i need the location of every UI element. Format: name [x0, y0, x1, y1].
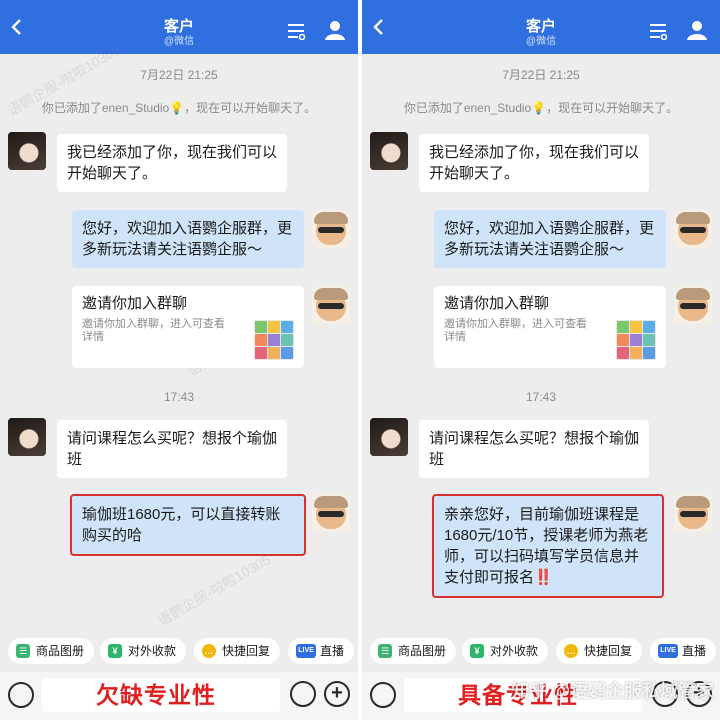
agent-avatar[interactable]	[674, 494, 712, 532]
agent-avatar[interactable]	[674, 286, 712, 324]
system-message: 你已添加了enen_Studio💡，现在可以开始聊天了。	[403, 101, 679, 115]
chat-panel-left: 客户 @微信 语鹦企服-啦啦10305 语鹦企服-啦啦10305 语鹦企服-啦啦…	[0, 0, 358, 720]
chat-panel-right: 客户 @微信 7月22日 21:25 你已添加了enen_Studio💡，现在可…	[362, 0, 720, 720]
timestamp: 17:43	[163, 390, 195, 404]
timestamp: 17:43	[525, 390, 557, 404]
message-bubble: 请问课程怎么买呢？想报个瑜伽班	[57, 420, 287, 478]
menu-lines-icon[interactable]	[648, 22, 668, 40]
catalog-button[interactable]: ☰ 商品图册	[8, 638, 95, 664]
source-watermark: 知乎 @语鹦企服私域管家	[511, 681, 714, 701]
chat-icon: …	[564, 644, 578, 658]
group-invite-card[interactable]: 邀请你加入群聊 邀请你加入群聊，进入可查看详情	[434, 286, 666, 368]
message-bubble: 我已经添加了你，现在我们可以开始聊天了。	[57, 134, 287, 192]
catalog-icon: ☰	[16, 644, 30, 658]
person-icon[interactable]	[686, 20, 708, 40]
customer-avatar[interactable]	[370, 132, 408, 170]
chip-label: 直播	[682, 644, 707, 658]
card-description: 邀请你加入群聊，进入可查看详情	[444, 318, 587, 343]
live-button[interactable]: LIVE 直播	[288, 638, 355, 664]
live-button[interactable]: LIVE 直播	[650, 638, 717, 664]
agent-avatar[interactable]	[312, 494, 350, 532]
agent-avatar[interactable]	[674, 210, 712, 248]
chip-label: 商品图册	[398, 644, 447, 658]
chip-label: 快捷回复	[222, 644, 271, 658]
emoji-icon[interactable]	[290, 681, 316, 707]
yuan-icon: ¥	[470, 644, 484, 658]
live-icon: LIVE	[658, 644, 678, 658]
group-thumbnail	[616, 320, 656, 360]
chip-label: 对外收款	[490, 644, 539, 658]
group-invite-card[interactable]: 邀请你加入群聊 邀请你加入群聊，进入可查看详情	[72, 286, 304, 368]
quick-reply-button[interactable]: … 快捷回复	[194, 638, 281, 664]
chip-label: 对外收款	[128, 644, 177, 658]
customer-avatar[interactable]	[370, 418, 408, 456]
timestamp: 7月22日 21:25	[502, 68, 580, 82]
card-title: 邀请你加入群聊	[82, 295, 188, 312]
chip-label: 商品图册	[36, 644, 85, 658]
timestamp: 7月22日 21:25	[140, 68, 218, 82]
chat-icon: …	[202, 644, 216, 658]
payment-button[interactable]: ¥ 对外收款	[100, 638, 187, 664]
message-bubble: 请问课程怎么买呢？想报个瑜伽班	[419, 420, 649, 478]
reply-bubble-highlighted: 亲亲您好，目前瑜伽班课程是1680元/10节，授课老师为燕老师，可以扫码填写学员…	[432, 494, 664, 598]
chat-header: 客户 @微信	[362, 0, 720, 54]
message-bubble: 我已经添加了你，现在我们可以开始聊天了。	[419, 134, 649, 192]
reply-bubble-highlighted: 瑜伽班1680元，可以直接转账购买的哈	[70, 494, 306, 556]
voice-icon[interactable]	[8, 682, 34, 708]
payment-button[interactable]: ¥ 对外收款	[462, 638, 549, 664]
chip-label: 快捷回复	[584, 644, 633, 658]
card-title: 邀请你加入群聊	[444, 295, 550, 312]
quick-action-bar: ☰ 商品图册 ¥ 对外收款 … 快捷回复 LIVE 直播	[0, 636, 358, 668]
comparison-caption: 欠缺专业性	[96, 682, 216, 708]
group-thumbnail	[254, 320, 294, 360]
chat-header: 客户 @微信	[0, 0, 358, 54]
system-message: 你已添加了enen_Studio💡，现在可以开始聊天了。	[41, 101, 317, 115]
message-bubble: 您好，欢迎加入语鹦企服群，更多新玩法请关注语鹦企服～	[72, 210, 304, 268]
quick-reply-button[interactable]: … 快捷回复	[556, 638, 643, 664]
plus-icon[interactable]: +	[324, 681, 350, 707]
catalog-icon: ☰	[378, 644, 392, 658]
message-bubble: 您好，欢迎加入语鹦企服群，更多新玩法请关注语鹦企服～	[434, 210, 666, 268]
watermark: 语鹦企服-啦啦10305	[154, 551, 274, 629]
yuan-icon: ¥	[108, 644, 122, 658]
agent-avatar[interactable]	[312, 286, 350, 324]
live-icon: LIVE	[296, 644, 316, 658]
customer-avatar[interactable]	[8, 132, 46, 170]
menu-lines-icon[interactable]	[286, 22, 306, 40]
customer-avatar[interactable]	[8, 418, 46, 456]
quick-action-bar: ☰ 商品图册 ¥ 对外收款 … 快捷回复 LIVE 直播	[362, 636, 720, 668]
catalog-button[interactable]: ☰ 商品图册	[370, 638, 457, 664]
card-description: 邀请你加入群聊，进入可查看详情	[82, 318, 225, 343]
chip-label: 直播	[320, 644, 345, 658]
voice-icon[interactable]	[370, 682, 396, 708]
agent-avatar[interactable]	[312, 210, 350, 248]
person-icon[interactable]	[324, 20, 346, 40]
